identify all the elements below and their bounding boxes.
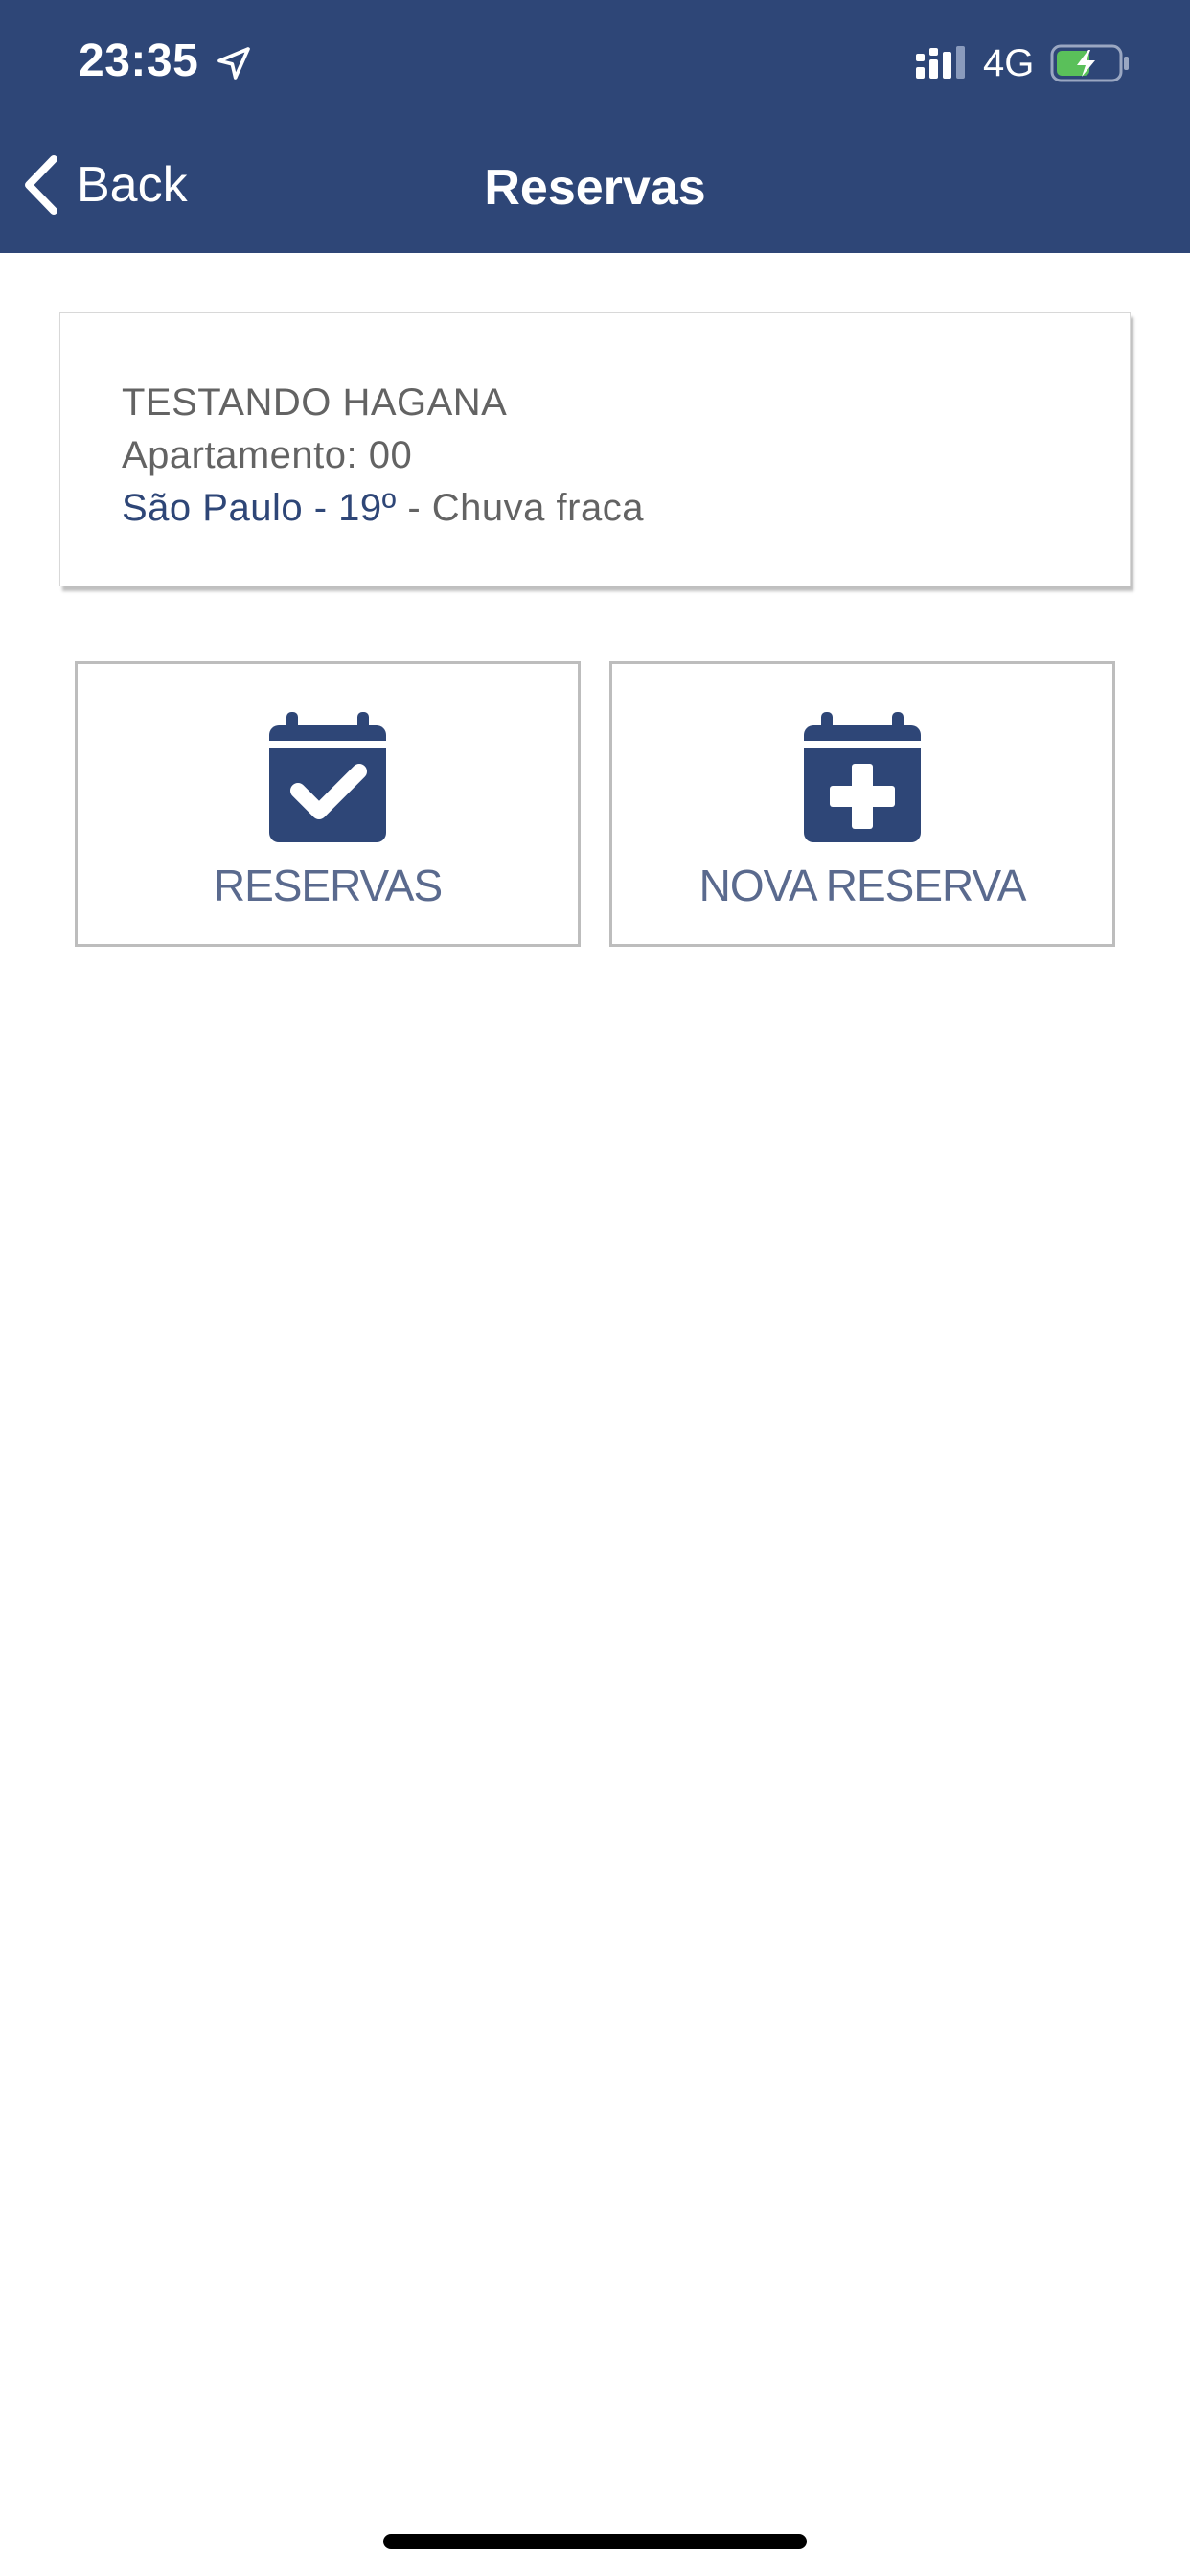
location-arrow-icon [217, 47, 250, 80]
network-type: 4G [983, 42, 1035, 84]
home-indicator[interactable] [383, 2534, 807, 2549]
app-header: 23:35 4G Back Reservas [0, 0, 1190, 253]
resident-info-card: TESTANDO HAGANA Apartamento: 00 São Paul… [59, 312, 1131, 586]
calendar-check-icon [269, 712, 386, 842]
nova-reserva-button[interactable]: NOVA RESERVA [609, 661, 1115, 947]
signal-icon [916, 46, 965, 79]
weather-condition: - Chuva fraca [396, 487, 644, 529]
resident-name: TESTANDO HAGANA [122, 381, 508, 424]
reservas-button[interactable]: RESERVAS [75, 661, 581, 947]
reservas-label: RESERVAS [213, 861, 443, 910]
weather-line: São Paulo - 19º - Chuva fraca [122, 482, 1130, 535]
status-time: 23:35 [79, 35, 199, 86]
battery-charging-icon [1050, 44, 1129, 82]
apartment-number: Apartamento: 00 [122, 434, 413, 476]
nova-reserva-label: NOVA RESERVA [698, 861, 1027, 910]
page-title: Reservas [484, 160, 706, 216]
calendar-plus-icon [804, 712, 921, 842]
weather-city-temp: São Paulo - 19º [122, 487, 397, 529]
